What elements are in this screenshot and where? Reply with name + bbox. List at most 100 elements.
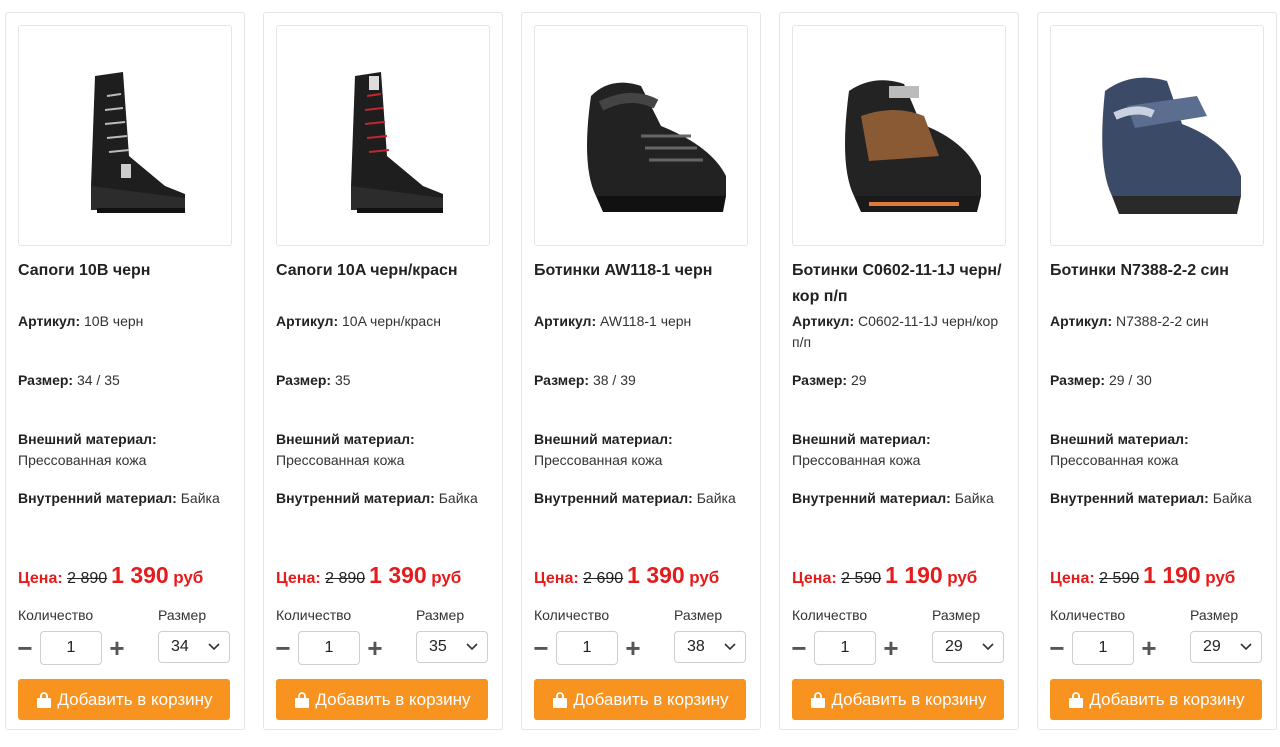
- article-field: Артикул: N7388-2-2 син: [1050, 311, 1270, 332]
- article-field: Артикул: 10A черн/красн: [276, 311, 496, 332]
- size-field: Размер: 29: [792, 370, 1012, 391]
- article-value: 10B черн: [84, 313, 144, 329]
- product-title[interactable]: Ботинки AW118-1 черн: [534, 258, 750, 284]
- quantity-input[interactable]: 1: [40, 631, 102, 665]
- product-title[interactable]: Сапоги 10A черн/красн: [276, 258, 492, 284]
- minus-icon[interactable]: −: [790, 635, 808, 661]
- quantity-stepper: − 1 +: [16, 631, 126, 665]
- outer-material-value: Прессованная кожа: [276, 452, 405, 468]
- product-title[interactable]: Сапоги 10B черн: [18, 258, 234, 284]
- size-label: Размер:: [534, 372, 590, 388]
- outer-material-label: Внешний материал:: [18, 431, 157, 447]
- price-block: Цена: 2 590 1 190 руб: [1050, 562, 1280, 589]
- size-value: 29: [850, 372, 867, 388]
- chevron-down-icon: [466, 643, 478, 651]
- size-select-value: 29: [1203, 638, 1221, 655]
- size-value: 34 / 35: [76, 372, 120, 388]
- plus-icon[interactable]: +: [882, 635, 900, 661]
- article-field: Артикул: C0602-11-1J черн/кор п/п: [792, 311, 1012, 353]
- size-select-label: Размер: [416, 607, 465, 623]
- shopping-bag-icon: [553, 691, 568, 708]
- product-title[interactable]: Ботинки N7388-2-2 син: [1050, 258, 1266, 284]
- price-block: Цена: 2 690 1 390 руб: [534, 562, 764, 589]
- quantity-input[interactable]: 1: [814, 631, 876, 665]
- quantity-input[interactable]: 1: [556, 631, 618, 665]
- product-card: Ботинки AW118-1 черн Артикул: AW118-1 че…: [521, 12, 761, 730]
- currency: руб: [689, 568, 720, 587]
- plus-icon[interactable]: +: [1140, 635, 1158, 661]
- outer-material-label: Внешний материал:: [534, 431, 673, 447]
- article-label: Артикул:: [534, 313, 597, 329]
- new-price: 1 190: [885, 562, 943, 588]
- price-label: Цена:: [1050, 570, 1095, 587]
- outer-material-field: Внешний материал: Прессованная кожа: [1050, 429, 1270, 471]
- size-select-label: Размер: [158, 607, 207, 623]
- article-label: Артикул:: [792, 313, 855, 329]
- add-to-cart-label: Добавить в корзину: [1089, 689, 1245, 709]
- product-grid: Сапоги 10B черн Артикул: 10B черн Размер…: [0, 0, 1280, 747]
- size-label: Размер:: [18, 372, 74, 388]
- add-to-cart-button[interactable]: Добавить в корзину: [792, 679, 1004, 720]
- inner-material-label: Внутренний материал:: [18, 490, 177, 506]
- inner-material-field: Внутренний материал: Байка: [534, 488, 754, 509]
- add-to-cart-label: Добавить в корзину: [315, 689, 471, 709]
- size-select[interactable]: 29: [1190, 631, 1262, 663]
- product-image[interactable]: [534, 25, 748, 246]
- add-to-cart-button[interactable]: Добавить в корзину: [1050, 679, 1262, 720]
- size-select-label: Размер: [1190, 607, 1239, 623]
- currency: руб: [947, 568, 978, 587]
- product-image[interactable]: [1050, 25, 1264, 246]
- minus-icon[interactable]: −: [16, 635, 34, 661]
- inner-material-label: Внутренний материал:: [1050, 490, 1209, 506]
- size-field: Размер: 35: [276, 370, 496, 391]
- minus-icon[interactable]: −: [1048, 635, 1066, 661]
- size-select[interactable]: 29: [932, 631, 1004, 663]
- product-image[interactable]: [792, 25, 1006, 246]
- article-value: N7388-2-2 син: [1116, 313, 1209, 329]
- size-select[interactable]: 34: [158, 631, 230, 663]
- sneaker-boot-brown-icon: [845, 79, 981, 212]
- size-label: Размер:: [792, 372, 848, 388]
- add-to-cart-button[interactable]: Добавить в корзину: [534, 679, 746, 720]
- new-price: 1 390: [111, 562, 169, 588]
- shopping-bag-icon: [37, 691, 52, 708]
- outer-material-value: Прессованная кожа: [1050, 452, 1179, 468]
- quantity-input[interactable]: 1: [298, 631, 360, 665]
- old-price: 2 890: [325, 570, 366, 587]
- minus-icon[interactable]: −: [274, 635, 292, 661]
- outer-material-value: Прессованная кожа: [18, 452, 147, 468]
- inner-material-value: Байка: [1212, 490, 1252, 506]
- product-image[interactable]: [18, 25, 232, 246]
- quantity-input[interactable]: 1: [1072, 631, 1134, 665]
- quantity-stepper: − 1 +: [532, 631, 642, 665]
- product-card: Сапоги 10B черн Артикул: 10B черн Размер…: [5, 12, 245, 730]
- plus-icon[interactable]: +: [108, 635, 126, 661]
- product-title[interactable]: Ботинки C0602-11-1J черн/кор п/п: [792, 258, 1008, 310]
- old-price: 2 590: [1099, 570, 1140, 587]
- size-value: 35: [334, 372, 351, 388]
- inner-material-value: Байка: [438, 490, 478, 506]
- quantity-stepper: − 1 +: [790, 631, 900, 665]
- inner-material-value: Байка: [954, 490, 994, 506]
- add-to-cart-label: Добавить в корзину: [831, 689, 987, 709]
- plus-icon[interactable]: +: [624, 635, 642, 661]
- sneaker-boot-black-icon: [587, 82, 726, 212]
- outer-material-label: Внешний материал:: [792, 431, 931, 447]
- quantity-label: Количество: [1050, 607, 1126, 623]
- quantity-stepper: − 1 +: [274, 631, 384, 665]
- size-field: Размер: 29 / 30: [1050, 370, 1270, 391]
- minus-icon[interactable]: −: [532, 635, 550, 661]
- add-to-cart-button[interactable]: Добавить в корзину: [18, 679, 230, 720]
- outer-material-value: Прессованная кожа: [792, 452, 921, 468]
- size-select-value: 29: [945, 638, 963, 655]
- add-to-cart-button[interactable]: Добавить в корзину: [276, 679, 488, 720]
- article-label: Артикул:: [1050, 313, 1113, 329]
- plus-icon[interactable]: +: [366, 635, 384, 661]
- sneaker-boot-blue-icon: [1102, 77, 1241, 214]
- old-price: 2 890: [67, 570, 108, 587]
- size-label: Размер:: [276, 372, 332, 388]
- article-field: Артикул: 10B черн: [18, 311, 238, 332]
- size-select[interactable]: 38: [674, 631, 746, 663]
- size-select[interactable]: 35: [416, 631, 488, 663]
- product-image[interactable]: [276, 25, 490, 246]
